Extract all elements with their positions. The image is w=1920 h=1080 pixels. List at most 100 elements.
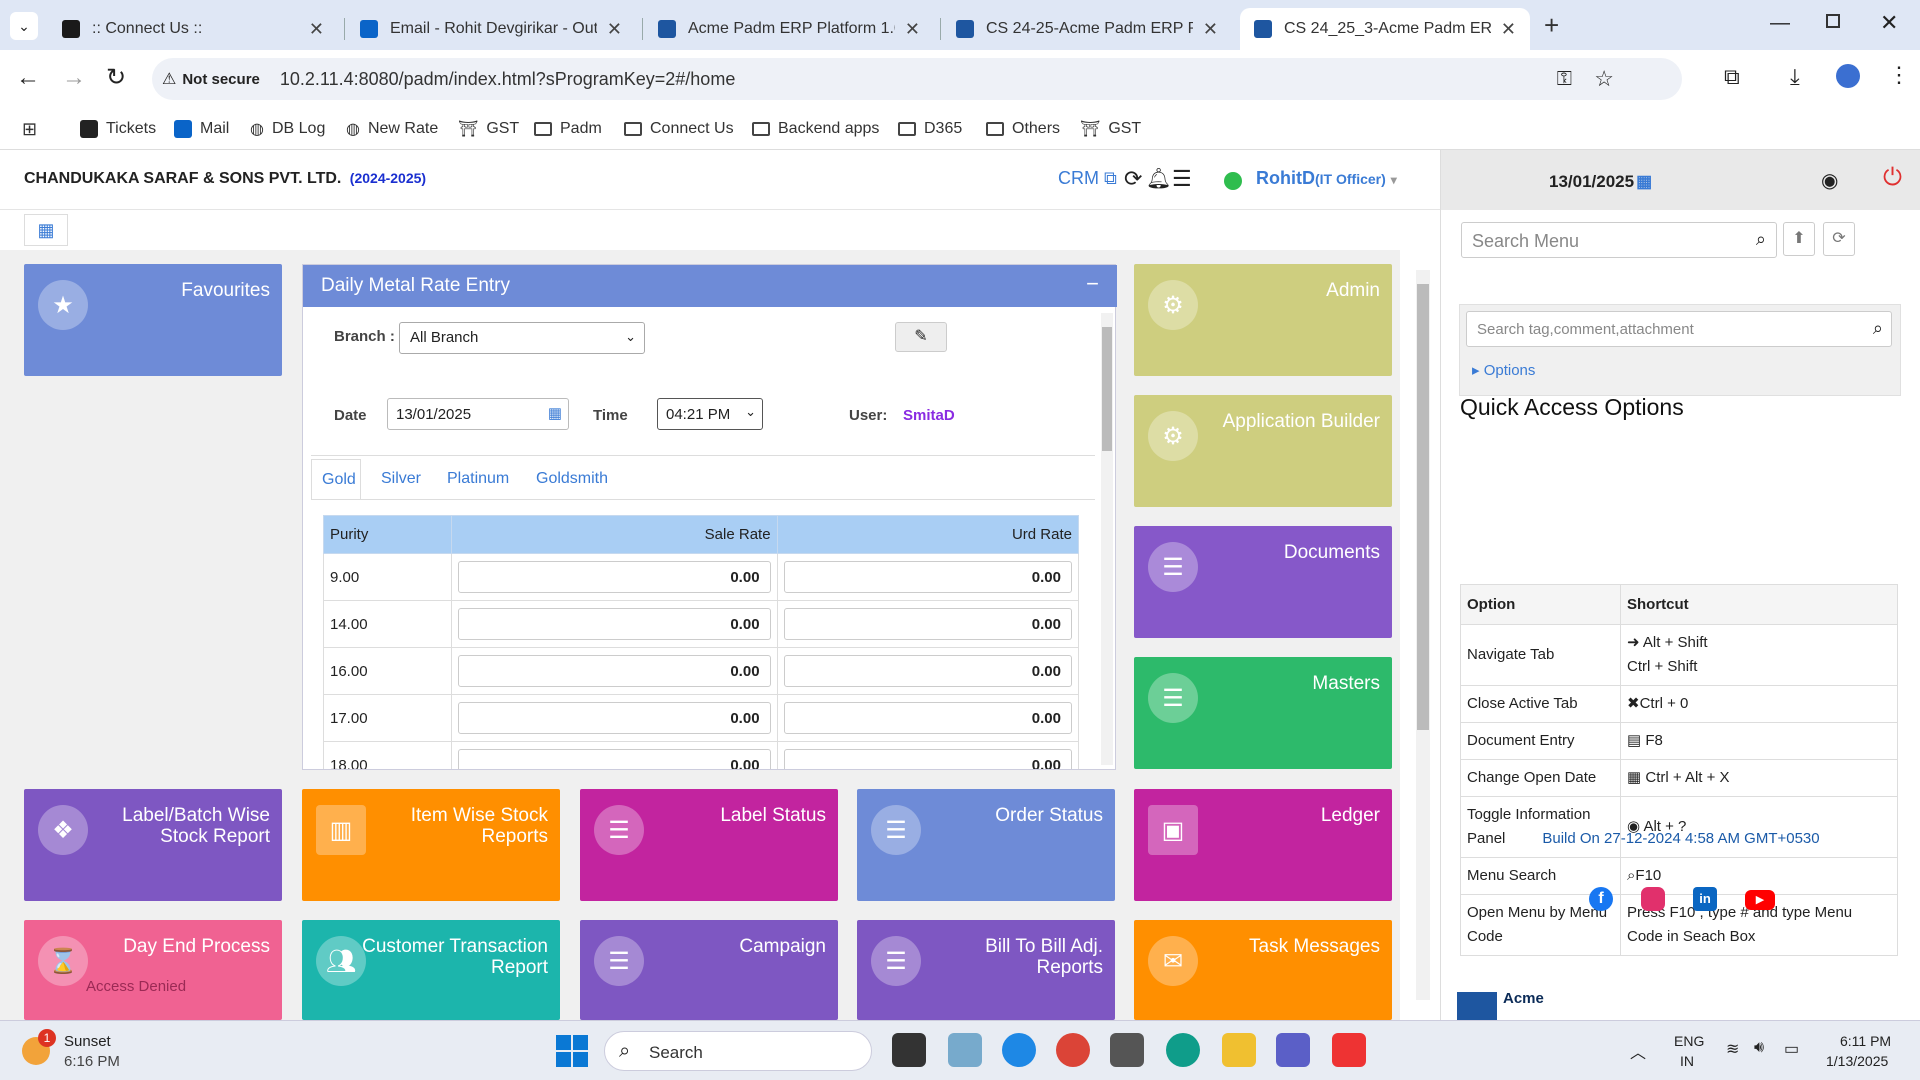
close-icon[interactable]: ✕ xyxy=(1203,19,1218,40)
search-icon[interactable]: ⌕ xyxy=(1873,318,1883,339)
linkedin-icon[interactable]: in xyxy=(1693,887,1717,911)
not-secure-label[interactable]: Not secure xyxy=(182,71,260,88)
apps-grid-icon[interactable]: ⊞ xyxy=(22,116,37,142)
language-indicator[interactable]: ENG xyxy=(1674,1033,1704,1049)
tab-search-button[interactable]: ⌄ xyxy=(10,12,38,40)
menu-kebab-icon[interactable]: ⋮ xyxy=(1888,62,1910,88)
bookmark-gst-2[interactable]: ⛩ GST xyxy=(1080,116,1141,142)
copilot-icon[interactable] xyxy=(948,1033,982,1067)
teams-icon[interactable] xyxy=(1276,1033,1310,1067)
bookmark-new-rate[interactable]: ◍ New Rate xyxy=(346,116,438,142)
reload-icon[interactable]: ↻ xyxy=(106,63,126,92)
sale-rate-input[interactable]: 0.00 xyxy=(458,749,771,769)
windows-start-icon[interactable] xyxy=(556,1035,588,1067)
bookmark-backend-apps[interactable]: Backend apps xyxy=(752,116,879,142)
collapse-icon[interactable]: − xyxy=(1086,271,1099,297)
tile-day-end-process[interactable]: ⌛ Day End Process Access Denied xyxy=(24,920,282,1020)
bookmark-others[interactable]: Others xyxy=(986,116,1060,142)
urd-rate-input[interactable]: 0.00 xyxy=(783,702,1072,734)
url-text[interactable]: 10.2.11.4:8080/padm/index.html?sProgramK… xyxy=(280,69,735,90)
bookmark-mail[interactable]: Mail xyxy=(174,116,229,142)
browser-tab-2[interactable]: Email - Rohit Devgirikar - Outlo ✕ xyxy=(346,8,636,50)
app-icon[interactable] xyxy=(1002,1033,1036,1067)
bookmark-connect-us[interactable]: Connect Us xyxy=(624,116,734,142)
clock-time[interactable]: 6:11 PM xyxy=(1840,1033,1891,1049)
tile-order-status[interactable]: ☰ Order Status xyxy=(857,789,1115,901)
urd-rate-input[interactable]: 0.00 xyxy=(783,749,1072,769)
taskbar-search[interactable]: ⌕ Search xyxy=(604,1031,872,1071)
chrome-icon[interactable] xyxy=(1056,1033,1090,1067)
task-view-icon[interactable] xyxy=(892,1033,926,1067)
urd-rate-input[interactable]: 0.00 xyxy=(783,561,1072,593)
page-scrollbar[interactable] xyxy=(1416,270,1430,1000)
battery-icon[interactable]: ▭ xyxy=(1784,1039,1799,1059)
tile-masters[interactable]: ☰ Masters xyxy=(1134,657,1392,769)
sale-rate-input[interactable]: 0.00 xyxy=(458,702,771,734)
forward-icon[interactable]: → xyxy=(62,64,86,92)
weather-time[interactable]: 6:16 PM xyxy=(64,1053,120,1070)
bookmark-d365[interactable]: D365 xyxy=(898,116,962,142)
file-explorer-icon[interactable] xyxy=(1222,1033,1256,1067)
urd-rate-input[interactable]: 0.00 xyxy=(783,608,1072,640)
tile-bill-to-bill-adj-reports[interactable]: ☰ Bill To Bill Adj. Reports xyxy=(857,920,1115,1020)
tab-gold[interactable]: Gold xyxy=(311,459,361,499)
tab-goldsmith[interactable]: Goldsmith xyxy=(536,470,608,488)
tile-customer-transaction-report[interactable]: 👥︎ Customer Transaction Report xyxy=(302,920,560,1020)
refresh-button[interactable]: ⟳ xyxy=(1823,222,1855,256)
panel-scrollbar[interactable] xyxy=(1101,313,1113,765)
tile-admin[interactable]: ⚙ Admin xyxy=(1134,264,1392,376)
search-menu-input[interactable]: Search Menu ⌕ xyxy=(1461,222,1777,258)
sale-rate-input[interactable]: 0.00 xyxy=(458,655,771,687)
tile-item-wise-stock-reports[interactable]: ▥ Item Wise Stock Reports xyxy=(302,789,560,901)
omnibox[interactable]: ⚠ Not secure 10.2.11.4:8080/padm/index.h… xyxy=(152,58,1682,100)
search-icon[interactable]: ⌕ xyxy=(1756,229,1766,250)
back-icon[interactable]: ← xyxy=(16,64,40,92)
wifi-icon[interactable]: ≋ xyxy=(1726,1039,1739,1059)
calendar-icon[interactable]: ▦ xyxy=(548,404,562,422)
sale-rate-input[interactable]: 0.00 xyxy=(458,608,771,640)
tile-favourites[interactable]: ★ Favourites xyxy=(24,264,282,376)
bookmark-tickets[interactable]: Tickets xyxy=(80,116,156,142)
bell-icon[interactable]: 🔔︎ xyxy=(1146,166,1171,191)
tile-documents[interactable]: ☰ Documents xyxy=(1134,526,1392,638)
new-tab-button[interactable]: + xyxy=(1544,10,1559,41)
list-icon[interactable]: ☰ xyxy=(1172,166,1192,192)
search-tag-input[interactable]: Search tag,comment,attachment ⌕ xyxy=(1466,311,1892,347)
sale-rate-input[interactable]: 0.00 xyxy=(458,561,771,593)
edit-button[interactable]: ✎ xyxy=(895,322,947,352)
refresh-icon[interactable]: ⟳ xyxy=(1124,166,1142,192)
tile-label-status[interactable]: ☰ Label Status xyxy=(580,789,838,901)
region-indicator[interactable]: IN xyxy=(1680,1053,1694,1069)
tab-silver[interactable]: Silver xyxy=(381,470,421,488)
close-icon[interactable]: ✕ xyxy=(1501,19,1516,40)
bookmark-padm[interactable]: Padm xyxy=(534,116,602,142)
minimize-icon[interactable]: — xyxy=(1770,12,1790,35)
app-grid-button[interactable]: ▦ xyxy=(24,214,68,246)
urd-rate-input[interactable]: 0.00 xyxy=(783,655,1072,687)
close-icon[interactable]: ✕ xyxy=(607,19,622,40)
key-icon[interactable]: ⚿ xyxy=(1557,68,1572,91)
facebook-icon[interactable]: f xyxy=(1589,887,1613,911)
close-icon[interactable]: ✕ xyxy=(905,19,920,40)
browser-tab-5-active[interactable]: CS 24_25_3-Acme Padm ERP Pl ✕ xyxy=(1240,8,1530,50)
star-icon[interactable]: ☆ xyxy=(1594,66,1614,92)
close-window-icon[interactable]: ✕ xyxy=(1880,10,1898,36)
options-toggle[interactable]: ▸ Options xyxy=(1472,361,1535,379)
vnc-icon[interactable] xyxy=(1110,1033,1144,1067)
tile-application-builder[interactable]: ⚙ Application Builder xyxy=(1134,395,1392,507)
tile-campaign[interactable]: ☰ Campaign xyxy=(580,920,838,1020)
eye-slash-icon[interactable]: ◉ xyxy=(1821,168,1838,193)
chevron-up-icon[interactable]: ︿ xyxy=(1630,1039,1646,1063)
user-menu[interactable]: RohitD(IT Officer) ▾ xyxy=(1256,168,1397,189)
close-icon[interactable]: ✕ xyxy=(309,19,324,40)
browser-tab-4[interactable]: CS 24-25-Acme Padm ERP Platf ✕ xyxy=(942,8,1232,50)
open-date[interactable]: 13/01/2025 ▦ xyxy=(1549,172,1652,192)
clock-date[interactable]: 1/13/2025 xyxy=(1826,1053,1888,1069)
crm-link[interactable]: CRM ⧉ xyxy=(1058,168,1117,189)
time-select[interactable]: 04:21 PM ⌄ xyxy=(657,398,763,430)
browser-tab-1[interactable]: :: Connect Us :: ✕ xyxy=(48,8,338,50)
extensions-icon[interactable]: ⧉ xyxy=(1724,64,1740,90)
browser-tab-3[interactable]: Acme Padm ERP Platform 1.00 ✕ xyxy=(644,8,934,50)
tab-platinum[interactable]: Platinum xyxy=(447,470,509,488)
profile-avatar[interactable] xyxy=(1836,64,1860,88)
